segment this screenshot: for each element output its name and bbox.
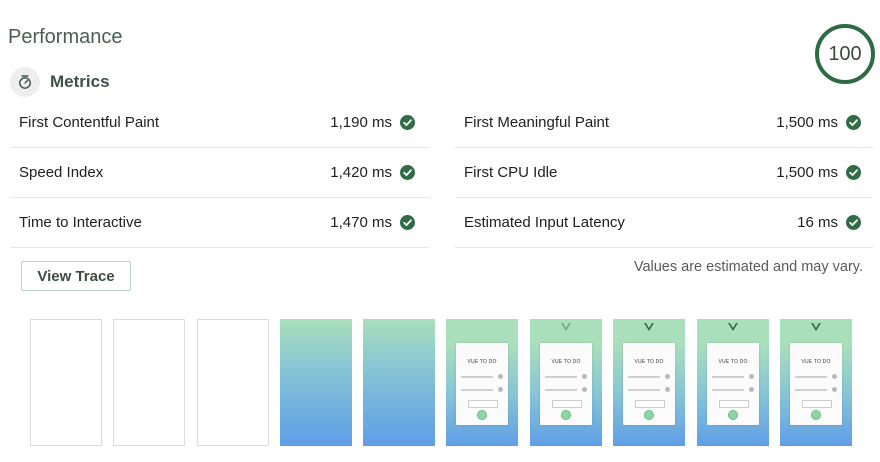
vue-logo-icon [644, 323, 654, 331]
todo-item [712, 374, 754, 380]
vue-logo-icon [811, 323, 821, 331]
metric-first-meaningful-paint: First Meaningful Paint 1,500 ms [455, 98, 873, 148]
metric-value: 1,420 ms [330, 164, 392, 181]
metric-first-cpu-idle: First CPU Idle 1,500 ms [455, 148, 873, 198]
filmstrip-frame [30, 319, 102, 446]
metric-estimated-input-latency: Estimated Input Latency 16 ms [455, 198, 873, 248]
add-button [644, 410, 654, 420]
todo-item [545, 374, 587, 380]
app-card: VUE TO DO [540, 343, 592, 425]
filmstrip-frame [113, 319, 185, 446]
app-title: VUE TO DO [467, 359, 497, 365]
metric-speed-index: Speed Index 1,420 ms [10, 148, 429, 198]
section-title: Performance [8, 26, 123, 48]
app-card: VUE TO DO [790, 343, 842, 425]
pass-check-icon [846, 215, 861, 230]
metric-label: Speed Index [19, 164, 104, 181]
add-button [728, 410, 738, 420]
metric-value: 16 ms [797, 214, 838, 231]
metric-label: First Meaningful Paint [464, 114, 610, 131]
app-card: VUE TO DO [456, 343, 508, 425]
filmstrip-frame: VUE TO DO [446, 319, 518, 446]
metric-label: First CPU Idle [464, 164, 558, 181]
metric-value: 1,470 ms [330, 214, 392, 231]
pass-check-icon [846, 115, 861, 130]
filmstrip-frame [363, 319, 435, 446]
filmstrip-frame: VUE TO DO [530, 319, 602, 446]
todo-item [545, 387, 587, 393]
pass-check-icon [846, 165, 861, 180]
todo-item [795, 374, 837, 380]
todo-item [461, 374, 503, 380]
app-title: VUE TO DO [551, 359, 581, 365]
app-title: VUE TO DO [634, 359, 664, 365]
metrics-header: Metrics [10, 67, 110, 97]
metric-value: 1,500 ms [776, 164, 838, 181]
app-title: VUE TO DO [801, 359, 831, 365]
todo-input [552, 400, 582, 408]
filmstrip-frame: VUE TO DO [780, 319, 852, 446]
metric-label: Time to Interactive [19, 214, 142, 231]
app-title: VUE TO DO [718, 359, 748, 365]
todo-input [468, 400, 498, 408]
filmstrip-frame: VUE TO DO [613, 319, 685, 446]
add-button [811, 410, 821, 420]
app-card: VUE TO DO [623, 343, 675, 425]
todo-item [628, 374, 670, 380]
vue-logo-icon [728, 323, 738, 331]
filmstrip-frame [197, 319, 269, 446]
add-button [477, 410, 487, 420]
todo-input [635, 400, 665, 408]
pass-check-icon [400, 165, 415, 180]
metric-label: First Contentful Paint [19, 114, 160, 131]
estimate-note: Values are estimated and may vary. [633, 259, 863, 275]
todo-input [802, 400, 832, 408]
view-trace-button[interactable]: View Trace [21, 261, 131, 291]
performance-score-gauge: 100 [815, 24, 875, 84]
todo-item [795, 387, 837, 393]
filmstrip-frame: VUE TO DO [697, 319, 769, 446]
vue-logo-icon [561, 323, 571, 331]
todo-item [461, 387, 503, 393]
metric-value: 1,500 ms [776, 114, 838, 131]
todo-input [719, 400, 749, 408]
pass-check-icon [400, 115, 415, 130]
pass-check-icon [400, 215, 415, 230]
metric-time-to-interactive: Time to Interactive 1,470 ms [10, 198, 429, 248]
add-button [561, 410, 571, 420]
metric-value: 1,190 ms [330, 114, 392, 131]
filmstrip-frame [280, 319, 352, 446]
metric-first-contentful-paint: First Contentful Paint 1,190 ms [10, 98, 429, 148]
stopwatch-icon [10, 67, 40, 97]
app-card: VUE TO DO [707, 343, 759, 425]
metric-label: Estimated Input Latency [464, 214, 625, 231]
todo-item [712, 387, 754, 393]
todo-item [628, 387, 670, 393]
metrics-title: Metrics [50, 72, 110, 91]
